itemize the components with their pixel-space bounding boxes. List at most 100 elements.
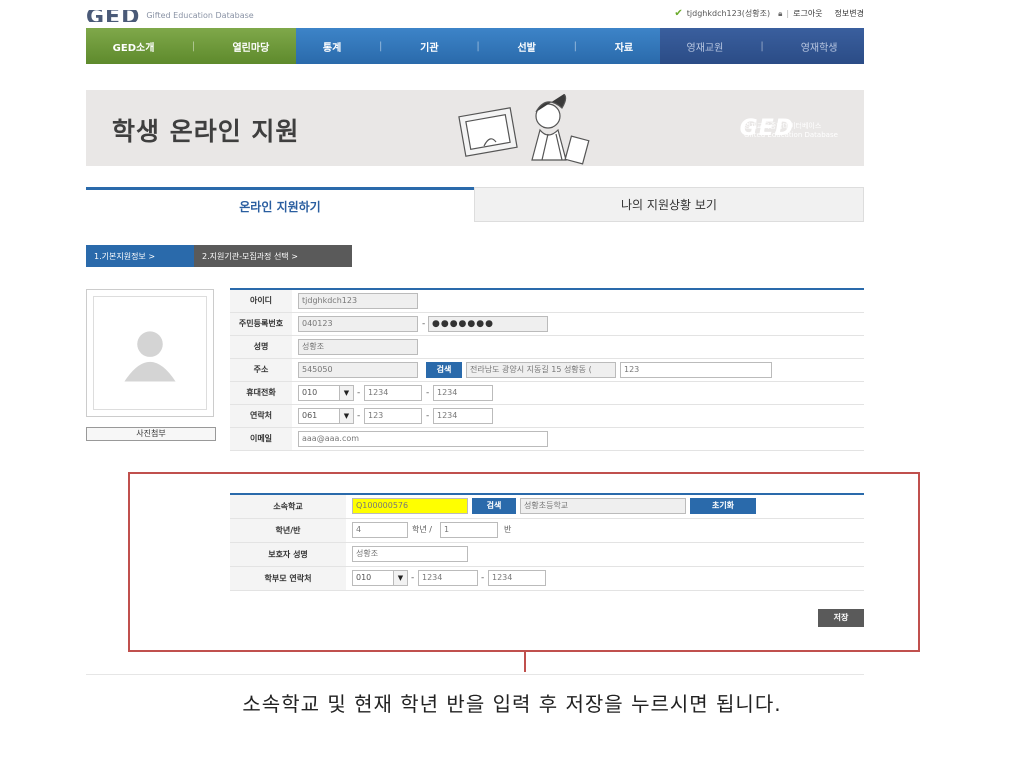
- rrn-front-input: 040123: [298, 316, 418, 332]
- photo-attach-button[interactable]: 사진첨부: [86, 427, 216, 441]
- user-bar: ✔ tjdghkdch123(성황조) 🔒︎ | 로그아웃 정보변경: [674, 8, 864, 19]
- footer-divider: [86, 674, 864, 675]
- photo-frame: [86, 289, 214, 417]
- address2-input[interactable]: 123: [620, 362, 772, 378]
- mobile-dash: -: [357, 388, 361, 398]
- nav-item-teachers[interactable]: 영재교원: [687, 39, 724, 54]
- rrn-label: 주민등록번호: [230, 313, 292, 335]
- instruction-caption: 소속학교 및 현재 학년 반을 입력 후 저장을 누르시면 됩니다.: [242, 692, 782, 716]
- rrn-back-input: ●●●●●●●: [428, 316, 548, 332]
- tab-my-status[interactable]: 나의 지원상황 보기: [474, 187, 864, 222]
- phone-last-input[interactable]: 1234: [433, 408, 493, 424]
- parent-phone-dash: -: [481, 573, 485, 583]
- class-unit: 반: [504, 525, 512, 534]
- nav-item-selection[interactable]: 선발: [517, 39, 535, 54]
- apply-tabs: 온라인 지원하기 나의 지원상황 보기: [86, 187, 864, 222]
- profile-edit-link[interactable]: 정보변경: [835, 8, 864, 19]
- row-guardian: 보호자 성명 성황조: [230, 543, 864, 567]
- zip-input: 545050: [298, 362, 418, 378]
- site-logo[interactable]: GED Gifted Education Database: [86, 0, 254, 22]
- phone-dash: -: [426, 411, 430, 421]
- logo-subtitle: Gifted Education Database: [146, 11, 254, 20]
- chevron-down-icon[interactable]: ▼: [393, 571, 407, 585]
- row-rrn: 주민등록번호 040123 - ●●●●●●●: [230, 313, 864, 336]
- nav-group-main: 통계 | 기관 | 선발 | 자료: [296, 28, 660, 64]
- tab-online-apply[interactable]: 온라인 지원하기: [86, 187, 474, 222]
- school-code-input[interactable]: Q100000576: [352, 498, 468, 514]
- email-label: 이메일: [230, 428, 292, 450]
- parent-phone-label: 학부모 연락처: [230, 567, 346, 590]
- phone-prefix-value: 061: [302, 411, 318, 420]
- name-label: 성명: [230, 336, 292, 358]
- email-input[interactable]: aaa@aaa.com: [298, 431, 548, 447]
- address-search-button[interactable]: 검색: [426, 362, 462, 378]
- header-separator: |: [786, 9, 790, 18]
- chevron-down-icon[interactable]: ▼: [339, 409, 353, 423]
- phone-label: 연락처: [230, 405, 292, 427]
- phone-middle-input[interactable]: 123: [364, 408, 422, 424]
- rrn-dash: -: [422, 319, 426, 329]
- step-select-institution[interactable]: 2.지원기관-모집과정 선택 >: [194, 245, 352, 267]
- row-id: 아이디 tjdghkdch123: [230, 290, 864, 313]
- school-label: 소속학교: [230, 495, 346, 518]
- school-reset-button[interactable]: 초기화: [690, 498, 756, 514]
- basic-info-form: 아이디 tjdghkdch123 주민등록번호 040123 - ●●●●●●●…: [230, 288, 864, 451]
- page-title: 학생 온라인 지원: [112, 117, 300, 146]
- nav-item-resources[interactable]: 자료: [615, 39, 633, 54]
- logout-icon: 🔒︎: [778, 8, 783, 18]
- nav-item-stats[interactable]: 통계: [323, 39, 341, 54]
- nav-separator: |: [191, 40, 196, 52]
- phone-prefix-select[interactable]: 061 ▼: [298, 408, 354, 424]
- mobile-label: 휴대전화: [230, 382, 292, 404]
- class-input[interactable]: 1: [440, 522, 498, 538]
- address-label: 주소: [230, 359, 292, 381]
- page-banner: 학생 온라인 지원 GED 영재교육종합데이터베이스 Gifted Educat…: [86, 90, 864, 166]
- grade-input[interactable]: 4: [352, 522, 408, 538]
- nav-item-students[interactable]: 영재학생: [801, 39, 838, 54]
- school-search-button[interactable]: 검색: [472, 498, 516, 514]
- parent-phone-prefix-select[interactable]: 010 ▼: [352, 570, 408, 586]
- banner-ged-subtitle: 영재교육종합데이터베이스 Gifted Education Database: [744, 122, 844, 140]
- teacher-illustration-icon: [458, 94, 590, 165]
- parent-phone-middle-input[interactable]: 1234: [418, 570, 478, 586]
- photo-placeholder: [93, 296, 207, 410]
- banner-subtitle-ko: 영재교육종합데이터베이스: [744, 122, 822, 130]
- id-input: tjdghkdch123: [298, 293, 418, 309]
- phone-dash: -: [357, 411, 361, 421]
- grade-unit: 학년 /: [412, 525, 432, 534]
- row-email: 이메일 aaa@aaa.com: [230, 428, 864, 451]
- avatar-icon: [124, 331, 176, 382]
- nav-item-open[interactable]: 열린마당: [232, 39, 269, 54]
- mobile-prefix-select[interactable]: 010 ▼: [298, 385, 354, 401]
- mobile-dash: -: [426, 388, 430, 398]
- chevron-down-icon[interactable]: ▼: [339, 386, 353, 400]
- nav-separator: |: [573, 40, 577, 52]
- row-grade: 학년/반 4 학년 / 1 반: [230, 519, 864, 543]
- grade-label: 학년/반: [230, 519, 346, 542]
- parent-phone-last-input[interactable]: 1234: [488, 570, 546, 586]
- address1-input: 전라남도 광양시 지동길 15 성황동 (: [466, 362, 616, 378]
- row-parent-phone: 학부모 연락처 010 ▼ - 1234 - 1234: [230, 567, 864, 591]
- guardian-label: 보호자 성명: [230, 543, 346, 566]
- nav-item-about[interactable]: GED소개: [113, 39, 155, 54]
- nav-item-institution[interactable]: 기관: [420, 39, 438, 54]
- user-check-icon: ✔: [674, 8, 683, 19]
- nav-group-about: GED소개 | 열린마당: [86, 28, 296, 64]
- mobile-last-input[interactable]: 1234: [433, 385, 493, 401]
- step-indicator: 1.기본지원정보 > 2.지원기관-모집과정 선택 >: [86, 245, 352, 267]
- row-school: 소속학교 Q100000576 검색 성황초등학교 초기화: [230, 495, 864, 519]
- parent-phone-dash: -: [411, 573, 415, 583]
- nav-separator: |: [760, 40, 764, 52]
- school-name-input: 성황초등학교: [520, 498, 686, 514]
- school-info-form: 소속학교 Q100000576 검색 성황초등학교 초기화 학년/반 4 학년 …: [230, 493, 864, 591]
- main-nav: GED소개 | 열린마당 통계 | 기관 | 선발 | 자료 영재교원 | 영재…: [86, 28, 864, 64]
- mobile-middle-input[interactable]: 1234: [364, 385, 422, 401]
- row-name: 성명 성황조: [230, 336, 864, 359]
- logout-link[interactable]: 로그아웃: [793, 8, 822, 19]
- save-button[interactable]: 저장: [818, 609, 864, 627]
- parent-phone-prefix-value: 010: [356, 573, 372, 582]
- step-basic-info[interactable]: 1.기본지원정보 >: [86, 245, 194, 267]
- guardian-input[interactable]: 성황조: [352, 546, 468, 562]
- logo-mark: GED: [86, 10, 140, 22]
- user-name: tjdghkdch123(성황조): [686, 9, 771, 18]
